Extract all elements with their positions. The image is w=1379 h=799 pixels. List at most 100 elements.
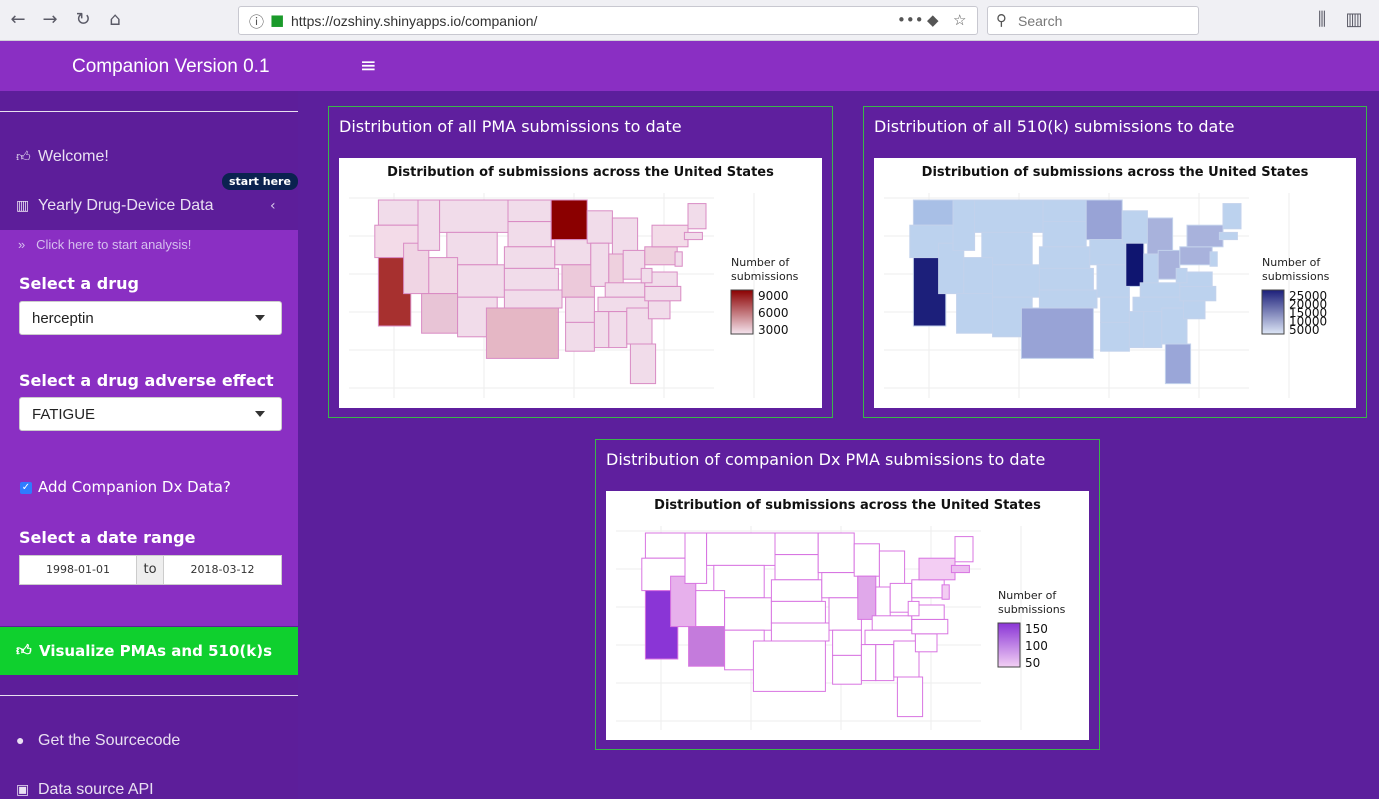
- state-nc: [1179, 285, 1217, 302]
- legend-colorbar: [730, 289, 754, 335]
- k510-map-svg: Distribution of submissions across the U…: [884, 165, 1330, 398]
- state-wi: [586, 210, 613, 244]
- app-title: Companion Version 0.1: [72, 56, 270, 77]
- library-icon[interactable]: ⫼: [1310, 8, 1334, 32]
- state-il: [1125, 242, 1145, 287]
- state-nd: [507, 199, 552, 223]
- state-mi: [1146, 217, 1174, 255]
- dropdown-caret-icon: [255, 411, 265, 417]
- state-ks: [1038, 267, 1094, 291]
- bookmark-star-icon[interactable]: ☆: [953, 11, 966, 29]
- companion-checkbox[interactable]: ✓: [20, 482, 32, 494]
- effect-select[interactable]: FATIGUE: [19, 397, 282, 431]
- state-ok: [770, 622, 830, 642]
- start-here-badge: start here: [222, 173, 298, 190]
- medkit-icon: ▣: [16, 781, 30, 797]
- more-icon[interactable]: •••: [897, 11, 924, 29]
- visualize-button[interactable]: 👍︎ Visualize PMAs and 510(k)s: [0, 627, 298, 675]
- k510-map-chart: Distribution of submissions across the U…: [874, 158, 1356, 408]
- pocket-icon[interactable]: ◆: [927, 11, 939, 29]
- state-nc: [644, 285, 682, 302]
- thumbs-up-icon: 👍︎: [16, 148, 31, 164]
- url-bar[interactable]: ⓘ ■ https://ozshiny.shinyapps.io/compani…: [238, 6, 978, 35]
- state-la: [832, 654, 862, 685]
- cdx-map-svg: Distribution of submissions across the U…: [616, 498, 1066, 730]
- us-states: [374, 199, 707, 385]
- state-ky: [604, 282, 646, 298]
- state-tx: [485, 307, 559, 359]
- info-icon[interactable]: ⓘ: [249, 11, 264, 32]
- state-wa: [377, 199, 419, 226]
- legend-title: submissions: [731, 270, 799, 283]
- chevron-left-icon[interactable]: ‹: [270, 198, 276, 214]
- state-ia: [554, 239, 592, 266]
- state-in: [608, 253, 624, 287]
- legend-title: submissions: [1262, 270, 1330, 283]
- drug-select-label: Select a drug: [19, 274, 139, 293]
- search-icon: ⚲: [996, 11, 1007, 29]
- state-co: [992, 264, 1040, 298]
- state-nj: [941, 584, 950, 600]
- home-icon[interactable]: ⌂: [103, 8, 127, 32]
- state-me: [1222, 203, 1242, 230]
- legend-title: Number of: [731, 256, 790, 269]
- date-end-input[interactable]: 2018-03-12: [163, 555, 282, 585]
- legend-colorbar: [997, 622, 1021, 668]
- search-placeholder: Search: [1018, 13, 1063, 29]
- date-start-input[interactable]: 1998-01-01: [19, 555, 137, 585]
- state-sc: [1182, 300, 1206, 320]
- drug-select[interactable]: herceptin: [19, 301, 282, 335]
- state-mn: [817, 532, 855, 574]
- state-wi: [1121, 210, 1148, 244]
- bar-chart-icon: ▥: [16, 197, 30, 213]
- legend-tick: 100: [1025, 639, 1048, 653]
- us-states: [641, 532, 974, 718]
- state-me: [687, 203, 707, 230]
- legend-colorbar: [1261, 289, 1285, 335]
- reload-icon[interactable]: ↻: [71, 8, 95, 32]
- state-ia: [821, 572, 859, 599]
- yearly-submenu: » Click here to start analysis! Select a…: [0, 230, 298, 626]
- state-ma: [950, 564, 970, 574]
- state-nj: [674, 251, 683, 267]
- state-ks: [503, 267, 559, 291]
- github-icon: ●: [16, 732, 25, 748]
- state-ky: [871, 615, 913, 631]
- state-ut: [428, 257, 459, 295]
- thumbs-up-icon: 👍︎: [16, 641, 32, 659]
- sidebar-item-welcome[interactable]: 👍︎ Welcome!: [16, 148, 109, 166]
- legend-tick: 6000: [758, 306, 789, 320]
- state-ny: [651, 224, 689, 248]
- state-me: [954, 536, 974, 563]
- state-il: [857, 575, 877, 620]
- state-ny: [918, 557, 956, 581]
- sidebar-item-yearly-data[interactable]: ▥ Yearly Drug-Device Data: [16, 197, 213, 215]
- state-al: [608, 311, 628, 349]
- state-fl: [1164, 343, 1192, 385]
- start-analysis-link[interactable]: » Click here to start analysis!: [18, 237, 191, 252]
- state-pa: [644, 246, 678, 266]
- sidebar-toggle-icon[interactable]: ▥: [1342, 8, 1366, 32]
- state-mi: [611, 217, 639, 255]
- sidebar-item-sourcecode[interactable]: ● Get the Sourcecode: [16, 732, 180, 750]
- back-icon[interactable]: ←: [6, 8, 30, 32]
- hamburger-menu-icon[interactable]: ≡: [360, 53, 377, 77]
- divider: [0, 695, 298, 696]
- state-la: [1100, 321, 1130, 352]
- panel-title: Distribution of companion Dx PMA submiss…: [606, 450, 1046, 469]
- state-fl: [896, 676, 924, 718]
- state-mt: [439, 199, 509, 233]
- state-id: [417, 199, 441, 251]
- search-field[interactable]: ⚲ Search: [987, 6, 1199, 35]
- forward-icon[interactable]: →: [38, 8, 62, 32]
- state-fl: [629, 343, 657, 385]
- cdx-map-chart: Distribution of submissions across the U…: [606, 491, 1089, 740]
- state-co: [724, 597, 772, 631]
- sidebar-item-api[interactable]: ▣ Data source API: [16, 781, 154, 799]
- date-range-label: Select a date range: [19, 528, 196, 547]
- pma-panel: Distribution of all PMA submissions to d…: [328, 106, 833, 418]
- state-ok: [503, 289, 563, 309]
- state-tx: [752, 640, 826, 692]
- legend-tick: 5000: [1289, 323, 1320, 337]
- state-az: [956, 293, 994, 334]
